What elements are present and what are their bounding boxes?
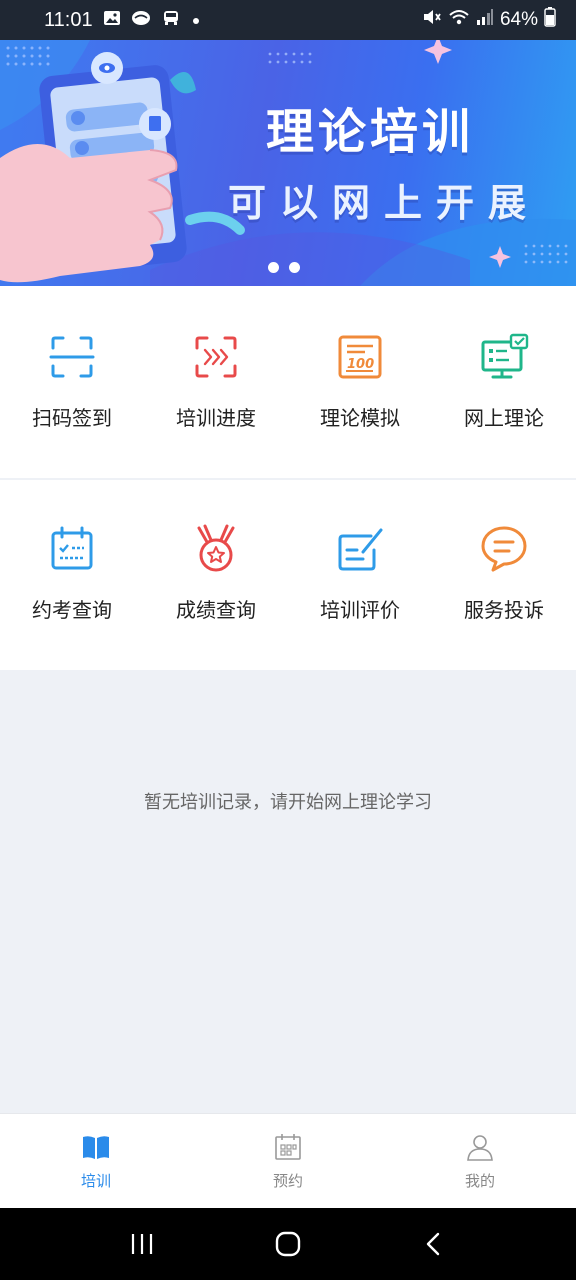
calendar-icon [51, 526, 93, 570]
feature-training-progress[interactable]: 培训进度 [144, 286, 288, 478]
feature-grid-row-2: 约考查询 成绩查询 培训评价 服务投诉 [0, 480, 576, 670]
status-bar: 11:01 64% [0, 0, 576, 40]
feature-label: 扫码签到 [32, 406, 112, 430]
feature-scan-checkin[interactable]: 扫码签到 [0, 286, 144, 478]
dot-icon [191, 9, 201, 31]
carousel-indicator [268, 262, 300, 273]
feature-grid-row-1: 扫码签到 培训进度 100 理论模拟 网上理论 [0, 286, 576, 478]
signal-icon [476, 8, 494, 32]
home-icon[interactable] [274, 1230, 302, 1258]
carousel-dot-2[interactable] [289, 262, 300, 273]
back-icon[interactable] [421, 1231, 447, 1257]
carousel-dot-1[interactable] [268, 262, 279, 273]
battery-icon [544, 7, 556, 33]
chat-icon [131, 9, 151, 32]
bottom-tab-bar: 培训 预约 我的 [0, 1113, 576, 1208]
tab-label: 我的 [464, 1172, 495, 1190]
medal-icon [197, 524, 235, 572]
feature-label: 培训进度 [176, 406, 256, 430]
promo-banner[interactable]: 理论培训 可以网上开展 [0, 40, 576, 286]
banner-subtitle: 可以网上开展 [228, 181, 541, 225]
feature-score-query[interactable]: 成绩查询 [144, 480, 288, 670]
tab-label: 培训 [80, 1172, 111, 1190]
battery-percent: 64% [499, 9, 538, 30]
book-icon [83, 1136, 109, 1159]
appointment-icon [275, 1134, 301, 1160]
feature-exam-booking-query[interactable]: 约考查询 [0, 480, 144, 670]
message-icon [481, 526, 527, 572]
feature-label: 约考查询 [32, 598, 112, 622]
monitor-icon [481, 333, 529, 379]
feature-training-evaluation[interactable]: 培训评价 [288, 480, 432, 670]
banner-title: 理论培训 [266, 104, 475, 160]
feature-label: 理论模拟 [320, 406, 400, 430]
recents-icon[interactable] [129, 1231, 155, 1257]
svg-text:100: 100 [347, 357, 374, 372]
feature-label: 网上理论 [464, 406, 544, 430]
wifi-icon [448, 8, 470, 32]
tab-appointment[interactable]: 预约 [192, 1114, 384, 1208]
feature-online-theory[interactable]: 网上理论 [432, 286, 576, 478]
scan-icon [49, 336, 95, 378]
feature-label: 成绩查询 [176, 598, 256, 622]
tab-label: 预约 [272, 1172, 303, 1190]
feature-theory-mock[interactable]: 100 理论模拟 [288, 286, 432, 478]
exam-paper-icon: 100 [338, 335, 382, 379]
gallery-icon [103, 9, 121, 32]
feature-label: 培训评价 [320, 598, 400, 622]
feature-service-complaint[interactable]: 服务投诉 [432, 480, 576, 670]
car-icon [161, 9, 181, 32]
empty-state-message: 暂无培训记录，请开始网上理论学习 [144, 792, 432, 813]
app-screen: 11:01 64% 理论培训 可以网上开展 扫码签到 培训进度 100 理论模拟… [0, 0, 576, 1280]
edit-icon [338, 528, 383, 571]
tab-training[interactable]: 培训 [0, 1114, 192, 1208]
system-nav-bar [0, 1208, 576, 1280]
banner-illustration [0, 40, 576, 286]
tab-mine[interactable]: 我的 [384, 1114, 576, 1208]
feature-label: 服务投诉 [464, 598, 544, 622]
status-time: 11:01 [44, 8, 93, 31]
mute-icon [422, 8, 442, 32]
progress-icon [195, 336, 237, 378]
user-icon [467, 1135, 493, 1161]
